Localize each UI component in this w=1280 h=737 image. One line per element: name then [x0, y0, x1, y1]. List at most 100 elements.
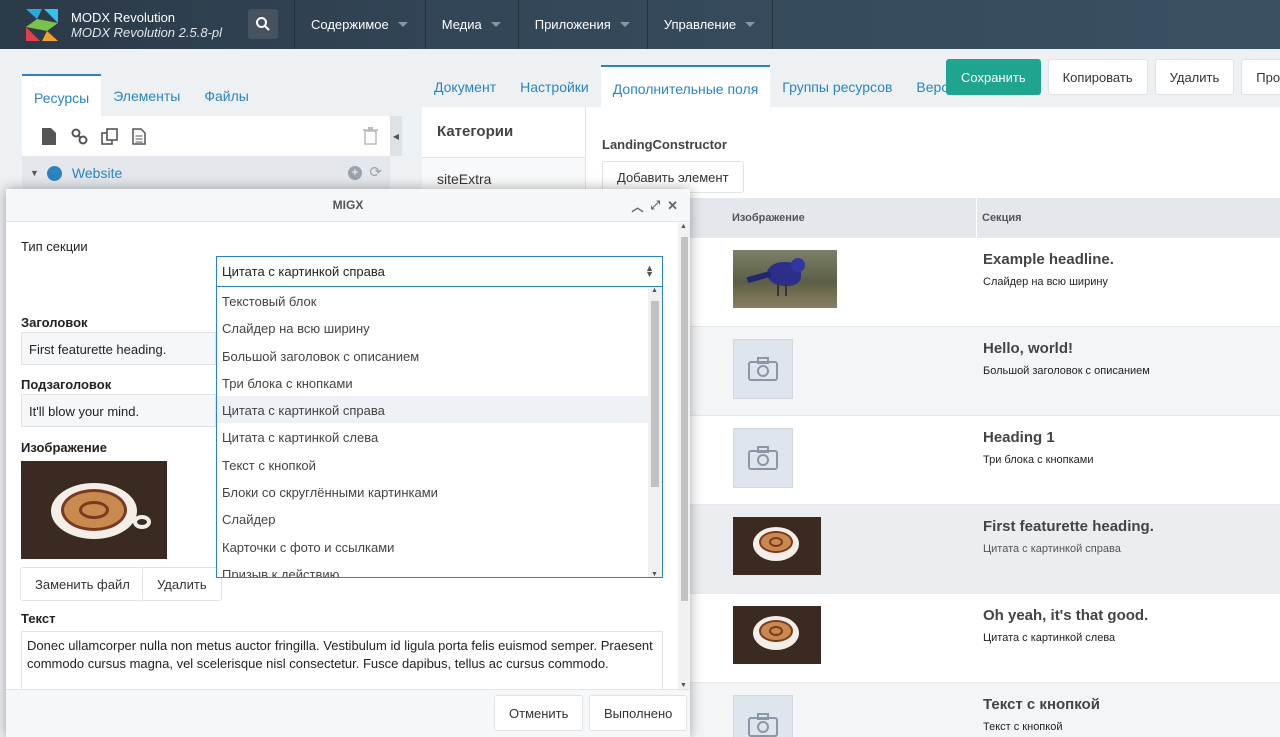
scroll-down-icon[interactable]: ▼ [680, 682, 687, 689]
modal-header[interactable]: MIGX ︿ ⤢ ✕ [6, 189, 690, 222]
left-panel: Ресурсы Элементы Файлы ▼ Website + ⟳ [22, 74, 390, 204]
search-button[interactable] [248, 9, 278, 39]
dropdown-option-selected[interactable]: Цитата с картинкой справа [217, 396, 662, 424]
tab-tvs[interactable]: Дополнительные поля [600, 65, 771, 107]
maximize-icon[interactable]: ⤢ [650, 198, 660, 215]
dropdown-option[interactable]: Цитата с картинкой слева [217, 423, 662, 450]
brand[interactable]: MODX Revolution MODX Revolution 2.5.8-pl [0, 0, 240, 49]
table-row[interactable]: Example headline. Слайдер на всю ширину [690, 238, 1280, 327]
replace-file-button[interactable]: Заменить файл [20, 567, 145, 601]
table-row[interactable]: Oh yeah, it's that good. Цитата с картинк… [690, 594, 1280, 683]
duplicate-button[interactable]: Копировать [1047, 59, 1148, 95]
text-textarea[interactable]: Donec ullamcorper nulla non metus auctor… [21, 631, 663, 689]
dropdown-option[interactable]: Большой заголовок с описанием [217, 342, 662, 369]
table-row[interactable]: Heading 1 Три блока с кнопками [690, 416, 1280, 505]
menu-media[interactable]: Медиа [424, 0, 518, 49]
menu-content[interactable]: Содержимое [294, 0, 425, 49]
table-row[interactable]: First featurette heading. Цитата с картин… [690, 505, 1280, 594]
tab-settings[interactable]: Настройки [508, 65, 601, 107]
scroll-up-icon[interactable]: ▲ [680, 223, 687, 230]
migx-modal: MIGX ︿ ⤢ ✕ Тип секции Цитата с картинкой… [6, 189, 690, 737]
dropdown-option[interactable]: Призыв к действию [217, 560, 662, 577]
coffee-thumbnail [733, 606, 821, 664]
delete-image-button[interactable]: Удалить [142, 567, 222, 601]
dropdown-option[interactable]: Слайдер на всю ширину [217, 314, 662, 341]
add-circle-icon[interactable]: + [348, 166, 362, 180]
delete-button[interactable]: Удалить [1154, 59, 1235, 95]
table-row[interactable]: Текст с кнопкой Текст с кнопкой [690, 683, 1280, 737]
image-placeholder-icon [733, 428, 793, 488]
dropdown-scrollbar-thumb[interactable] [651, 301, 659, 487]
row-title: Oh yeah, it's that good. [983, 607, 1149, 624]
main-menu: Содержимое Медиа Приложения Управление [294, 0, 774, 49]
done-button[interactable]: Выполнено [589, 695, 688, 731]
subheading-label: Подзаголовок [21, 377, 112, 392]
trash-icon[interactable] [363, 127, 378, 148]
top-bar: MODX Revolution MODX Revolution 2.5.8-pl… [0, 0, 1280, 49]
image-preview [21, 461, 167, 559]
row-section: Большой заголовок с описанием [983, 365, 1150, 377]
tab-elements[interactable]: Элементы [101, 74, 192, 116]
text-label: Текст [21, 611, 56, 626]
close-icon[interactable]: ✕ [667, 198, 678, 215]
tab-files[interactable]: Файлы [192, 74, 260, 116]
chevron-down-icon [397, 22, 408, 27]
migx-grid: Изображение Секция Example headline. Слай… [690, 198, 1280, 737]
modx-logo-icon [24, 7, 60, 43]
scroll-up-icon[interactable]: ▲ [651, 287, 658, 294]
new-document-icon[interactable] [40, 127, 58, 145]
row-section: Слайдер на всю ширину [983, 276, 1108, 288]
dropdown-option[interactable]: Карточки с фото и ссылками [217, 533, 662, 560]
bird-thumbnail [733, 250, 837, 308]
row-section: Текст с кнопкой [983, 721, 1063, 733]
tree-root-website[interactable]: ▼ Website + ⟳ [22, 156, 390, 190]
link-icon[interactable] [70, 127, 88, 145]
collapse-panel-handle[interactable]: ◀ [390, 116, 402, 156]
search-icon [256, 17, 270, 31]
modal-scrollbar-thumb[interactable] [681, 237, 688, 601]
scroll-down-icon[interactable]: ▼ [651, 571, 658, 577]
categories-header: Категории [422, 107, 585, 157]
view-button[interactable]: Прос [1241, 59, 1280, 95]
dropdown-option[interactable]: Три блока с кнопками [217, 369, 662, 396]
section-type-label: Тип секции [21, 239, 88, 254]
heading-label: Заголовок [21, 315, 88, 330]
table-row[interactable]: Hello, world! Большой заголовок с описани… [690, 327, 1280, 416]
caret-down-icon[interactable]: ▼ [30, 168, 39, 178]
section-type-select[interactable]: Цитата с картинкой справа ▲ ▼ [216, 256, 663, 287]
dropdown-option[interactable]: Текстовый блок [217, 287, 662, 314]
column-header-image[interactable]: Изображение [690, 198, 977, 238]
menu-apps[interactable]: Приложения [517, 0, 647, 49]
menu-manage[interactable]: Управление [646, 0, 774, 49]
column-header-section[interactable]: Секция [977, 198, 1028, 238]
action-buttons: Сохранить Копировать Удалить Прос [946, 59, 1280, 95]
grid-header: Изображение Секция [690, 198, 1280, 238]
modal-title: MIGX [332, 198, 364, 212]
dropdown-option[interactable]: Текст с кнопкой [217, 451, 662, 478]
dropdown-option[interactable]: Блоки со скруглёнными картинками [217, 478, 662, 505]
refresh-icon[interactable]: ⟳ [369, 163, 382, 181]
save-button[interactable]: Сохранить [946, 59, 1041, 95]
image-label: Изображение [21, 440, 107, 455]
select-arrows-icon: ▲ ▼ [645, 263, 654, 279]
text-file-icon[interactable] [130, 127, 148, 145]
modal-footer: Отменить Выполнено [6, 689, 690, 737]
dropdown-option[interactable]: Слайдер [217, 505, 662, 532]
tab-resources[interactable]: Ресурсы [22, 74, 102, 116]
copy-icon[interactable] [100, 127, 118, 145]
tree-toolbar [22, 116, 390, 156]
heading-input[interactable]: First featurette heading. [21, 332, 216, 365]
image-placeholder-icon [733, 695, 793, 737]
row-title: Hello, world! [983, 340, 1073, 357]
tab-document[interactable]: Документ [422, 65, 508, 107]
section-type-value: Цитата с картинкой справа [222, 264, 385, 279]
cancel-button[interactable]: Отменить [494, 695, 584, 731]
image-placeholder-icon [733, 339, 793, 399]
dropdown-scrollbar[interactable]: ▲ ▼ [648, 287, 662, 577]
subheading-input[interactable]: It'll blow your mind. [21, 394, 216, 427]
collapse-icon[interactable]: ︿ [631, 198, 643, 215]
tab-resource-groups[interactable]: Группы ресурсов [770, 65, 904, 107]
modal-scrollbar[interactable]: ▲ ▼ [678, 223, 690, 689]
row-title: First featurette heading. [983, 518, 1154, 535]
chevron-down-icon [619, 22, 630, 27]
